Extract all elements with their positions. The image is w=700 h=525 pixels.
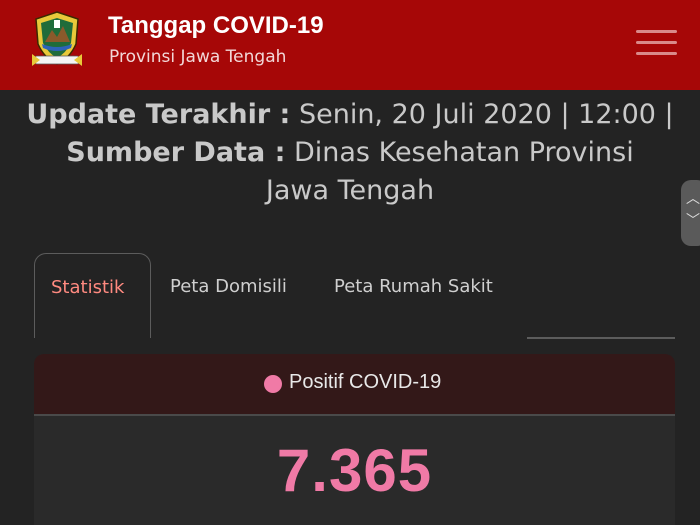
app-header: Tanggap COVID-19 Provinsi Jawa Tengah: [0, 0, 700, 90]
central-java-emblem-icon: [30, 10, 84, 68]
source-value: Dinas Kesehatan Provinsi: [293, 137, 634, 168]
status-dot-icon: [264, 375, 282, 393]
chevron-down-icon: ﹀: [686, 213, 700, 229]
scroll-handle[interactable]: ︿ ﹀: [681, 180, 700, 246]
app-subtitle: Provinsi Jawa Tengah: [109, 47, 287, 67]
stat-card-value: 7.365: [276, 437, 433, 504]
source-value-continued: Jawa Tengah: [265, 175, 435, 206]
tab-statistik[interactable]: Statistik: [34, 253, 151, 338]
hamburger-menu-icon[interactable]: [636, 30, 677, 56]
source-line: Sumber Data : Dinas Kesehatan Provinsi: [0, 134, 700, 172]
last-update-line: Update Terakhir : Senin, 20 Juli 2020 | …: [0, 96, 700, 134]
update-info: Update Terakhir : Senin, 20 Juli 2020 | …: [0, 96, 700, 210]
tab-statistik-label: Statistik: [51, 277, 125, 298]
stat-card-positif: Positif COVID-19 7.365: [34, 354, 675, 525]
tab-bar-underline: [527, 337, 675, 339]
last-update-label: Update Terakhir :: [26, 99, 291, 130]
stat-card-header: Positif COVID-19: [34, 354, 675, 416]
stat-card-title: Positif COVID-19: [289, 371, 442, 393]
last-update-value: Senin, 20 Juli 2020 | 12:00 |: [298, 99, 674, 130]
tab-peta-rumah-sakit[interactable]: Peta Rumah Sakit: [334, 276, 493, 297]
tab-peta-domisili[interactable]: Peta Domisili: [170, 276, 287, 297]
chevron-up-icon: ︿: [686, 191, 700, 207]
app-title: Tanggap COVID-19: [108, 12, 324, 39]
source-label: Sumber Data :: [66, 137, 286, 168]
